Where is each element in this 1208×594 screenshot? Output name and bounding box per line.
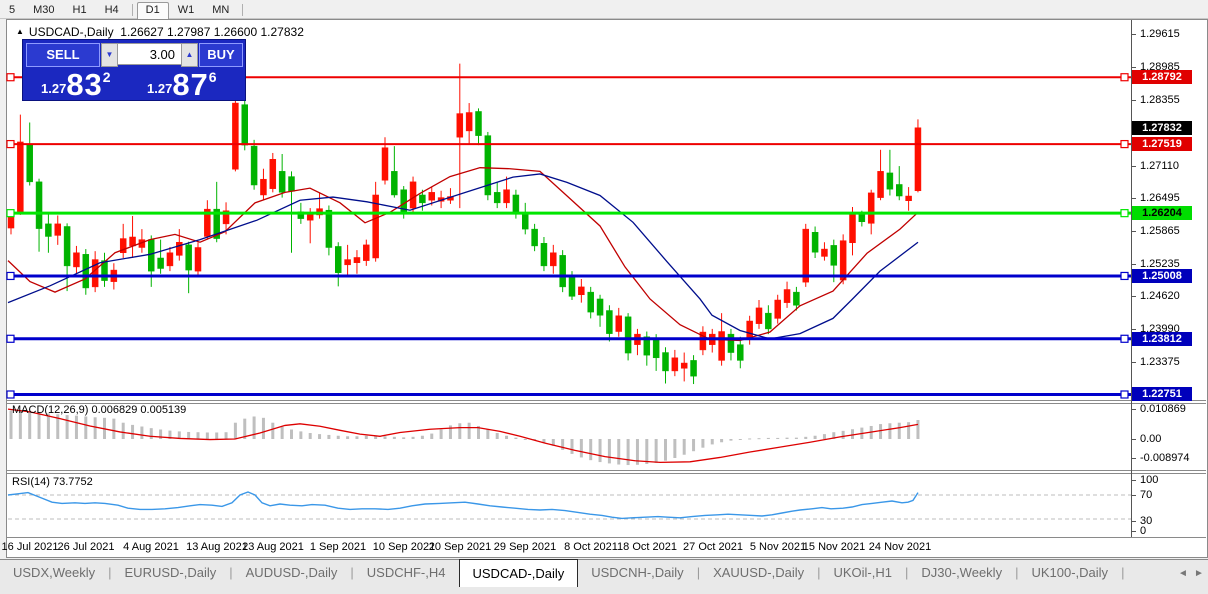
macd-label: MACD(12,26,9) 0.006829 0.005139 [12, 404, 186, 416]
timeframe-toolbar: 5M30H1H4D1W1MN [0, 0, 1208, 19]
macd-rsi-separator[interactable] [6, 470, 1206, 471]
title-high: 1.27987 [167, 25, 210, 39]
price-level-label: 1.22751 [1132, 387, 1192, 401]
tab-dj30-weekly[interactable]: DJ30-,Weekly [908, 560, 1015, 586]
date-label: 29 Sep 2021 [494, 541, 556, 553]
one-click-trade-panel: SELL ▼ ▲ BUY 1.27832 1.27876 [22, 39, 246, 101]
toolbar-divider [242, 4, 243, 16]
rsi-tick [1131, 531, 1136, 532]
tab-xauusd-daily[interactable]: XAUUSD-,Daily [700, 560, 817, 586]
volume-decrease-button[interactable]: ▼ [101, 43, 118, 67]
collapse-triangle-icon[interactable]: ▲ [16, 27, 24, 36]
date-label: 8 Oct 2021 [564, 541, 618, 553]
timeframe-button-H1[interactable]: H1 [64, 2, 96, 20]
rsi-tick-label: 70 [1140, 489, 1152, 501]
timeframe-button-H4[interactable]: H4 [96, 2, 128, 20]
tabs-scroll-left-icon[interactable]: ◄ [1178, 568, 1188, 579]
price-tick [1131, 264, 1136, 265]
date-label: 13 Aug 2021 [186, 541, 248, 553]
price-tick [1131, 231, 1136, 232]
price-tick-label: 1.28355 [1140, 94, 1180, 106]
spinner-down-icon: ▼ [106, 50, 114, 59]
macd-tick-label: 0.010869 [1140, 403, 1186, 415]
tabs-scroll-right-icon[interactable]: ► [1194, 568, 1204, 579]
tab-audusd-daily[interactable]: AUDUSD-,Daily [233, 560, 351, 586]
tab-usdchf-h4[interactable]: USDCHF-,H4 [354, 560, 459, 586]
rsi-tick-label: 0 [1140, 525, 1146, 537]
price-tick [1131, 329, 1136, 330]
tab-eurusd-daily[interactable]: EURUSD-,Daily [112, 560, 230, 586]
volume-increase-button[interactable]: ▲ [181, 43, 198, 67]
timeframe-button-5[interactable]: 5 [0, 2, 24, 20]
tab-usdx-weekly[interactable]: USDX,Weekly [0, 560, 108, 586]
price-level-label: 1.27832 [1132, 121, 1192, 135]
timeframe-button-M30[interactable]: M30 [24, 2, 63, 20]
tab-uk100-daily[interactable]: UK100-,Daily [1018, 560, 1121, 586]
price-tick-label: 1.23375 [1140, 356, 1180, 368]
macd-rsi-separator-2 [6, 473, 1206, 474]
date-label: 18 Oct 2021 [617, 541, 677, 553]
date-label: 26 Jul 2021 [58, 541, 115, 553]
rsi-tick [1131, 480, 1136, 481]
price-tick-label: 1.24620 [1140, 290, 1180, 302]
price-tick-label: 1.26495 [1140, 192, 1180, 204]
macd-tick-label: 0.00 [1140, 433, 1161, 445]
date-label: 16 Jul 2021 [2, 541, 59, 553]
tab-divider: | [1121, 560, 1124, 580]
title-close: 1.27832 [260, 25, 303, 39]
price-tick [1131, 296, 1136, 297]
date-label: 23 Aug 2021 [242, 541, 304, 553]
macd-tick [1131, 409, 1136, 410]
date-label: 5 Nov 2021 [750, 541, 806, 553]
title-open: 1.26627 [120, 25, 163, 39]
tab-usdcad-daily[interactable]: USDCAD-,Daily [459, 559, 579, 587]
price-tick [1131, 198, 1136, 199]
price-level-label: 1.27519 [1132, 137, 1192, 151]
timeframe-button-W1[interactable]: W1 [169, 2, 204, 20]
price-level-label: 1.23812 [1132, 332, 1192, 346]
price-tick [1131, 166, 1136, 167]
spinner-up-icon: ▲ [186, 50, 194, 59]
rsi-tick-label: 100 [1140, 474, 1158, 486]
price-level-label: 1.26204 [1132, 206, 1192, 220]
sell-price[interactable]: 1.27832 [41, 67, 111, 99]
price-tick-label: 1.27110 [1140, 160, 1179, 172]
volume-input[interactable] [117, 43, 182, 65]
title-symbol: USDCAD-,Daily [29, 25, 114, 39]
buy-button[interactable]: BUY [199, 43, 243, 67]
date-label: 1 Sep 2021 [310, 541, 366, 553]
chart-title: ▲ USDCAD-,Daily 1.26627 1.27987 1.26600 1… [16, 25, 304, 39]
price-tick-label: 1.25865 [1140, 225, 1180, 237]
title-low: 1.26600 [214, 25, 257, 39]
symbol-tab-bar: ◄ ► USDX,Weekly|EURUSD-,Daily|AUDUSD-,Da… [0, 559, 1208, 594]
tab-ukoil-h1[interactable]: UKOil-,H1 [820, 560, 905, 586]
price-tick [1131, 362, 1136, 363]
rsi-bottom-border [6, 537, 1206, 538]
price-level-label: 1.28792 [1132, 70, 1192, 84]
date-label: 15 Nov 2021 [803, 541, 865, 553]
timeframe-button-MN[interactable]: MN [203, 2, 238, 20]
price-tick [1131, 67, 1136, 68]
price-tick [1131, 100, 1136, 101]
date-label: 20 Sep 2021 [429, 541, 491, 553]
macd-tick [1131, 458, 1136, 459]
buy-price[interactable]: 1.27876 [147, 67, 217, 99]
price-tick-label: 1.29615 [1140, 28, 1180, 40]
macd-tick-label: -0.008974 [1140, 452, 1190, 464]
price-tick [1131, 34, 1136, 35]
rsi-tick [1131, 495, 1136, 496]
date-label: 27 Oct 2021 [683, 541, 743, 553]
tab-usdcnh-daily[interactable]: USDCNH-,Daily [578, 560, 696, 586]
macd-tick [1131, 439, 1136, 440]
date-label: 4 Aug 2021 [123, 541, 179, 553]
sell-button[interactable]: SELL [26, 43, 100, 67]
rsi-tick [1131, 521, 1136, 522]
rsi-label: RSI(14) 73.7752 [12, 476, 93, 488]
main-macd-separator[interactable] [6, 400, 1206, 401]
toolbar-divider [132, 4, 133, 16]
date-label: 10 Sep 2021 [373, 541, 435, 553]
price-level-label: 1.25008 [1132, 269, 1192, 283]
date-label: 24 Nov 2021 [869, 541, 931, 553]
